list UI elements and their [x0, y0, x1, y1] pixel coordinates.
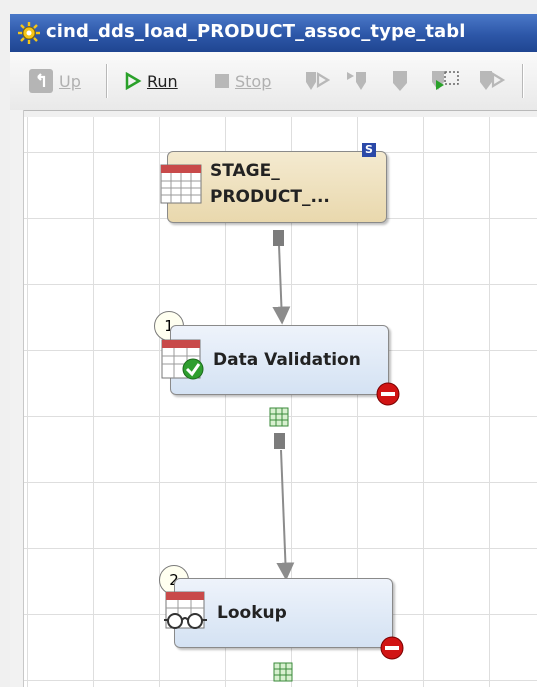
output-port[interactable]	[273, 230, 284, 246]
step-debug-icon	[432, 71, 459, 90]
job-icon	[18, 22, 40, 44]
server-badge-icon: S	[362, 143, 376, 157]
connector-validation-to-lookup	[276, 449, 295, 581]
up-label: Up	[59, 71, 81, 91]
error-status-icon	[376, 382, 400, 406]
data-validation-node[interactable]: Data Validation	[161, 325, 389, 395]
lookup-label: Lookup	[217, 603, 287, 623]
data-validation-icon	[161, 339, 204, 380]
work-table-icon[interactable]	[269, 407, 289, 427]
step-debug-button[interactable]	[430, 67, 460, 95]
left-gutter	[10, 110, 24, 687]
connector-stage-to-validation	[272, 244, 291, 325]
continue-button[interactable]	[478, 67, 506, 95]
run-label: Run	[147, 71, 178, 91]
continue-icon	[480, 71, 506, 90]
run-button[interactable]: Run	[124, 67, 178, 95]
up-button[interactable]: Up	[28, 67, 81, 95]
output-port[interactable]	[274, 433, 285, 449]
step-icon	[393, 71, 407, 91]
stage-node-label-line2: PRODUCT_...	[210, 187, 330, 207]
toolbar: Up Run Stop	[10, 52, 537, 111]
run-from-selected-icon	[306, 72, 330, 90]
table-icon	[160, 164, 202, 204]
run-icon	[125, 72, 142, 90]
lookup-node[interactable]: Lookup	[164, 578, 393, 648]
toolbar-separator	[106, 64, 108, 98]
error-status-icon	[380, 636, 404, 660]
toolbar-separator	[522, 64, 524, 98]
step-button[interactable]	[390, 67, 412, 95]
up-arrow-icon	[29, 69, 53, 93]
run-from-selected-button[interactable]	[304, 67, 330, 95]
window-title: cind_dds_load_PRODUCT_assoc_type_tabl	[46, 21, 466, 42]
diagram-canvas[interactable]: STAGE_ PRODUCT_... S 1 Data Validation L…	[23, 117, 537, 687]
run-selected-button[interactable]	[344, 67, 370, 95]
stop-button[interactable]: Stop	[214, 67, 271, 95]
stop-icon	[215, 74, 229, 88]
data-validation-label: Data Validation	[213, 350, 361, 370]
stage-node-label-line1: STAGE_	[210, 161, 280, 181]
title-bar: cind_dds_load_PRODUCT_assoc_type_tabl	[10, 14, 537, 52]
lookup-icon	[164, 591, 207, 629]
work-table-icon[interactable]	[273, 662, 293, 682]
stop-label: Stop	[235, 71, 272, 91]
run-selected-icon	[347, 72, 366, 90]
job-editor-window: cind_dds_load_PRODUCT_assoc_type_tabl Up…	[0, 0, 537, 687]
stage-product-table-node[interactable]: STAGE_ PRODUCT_... S	[160, 143, 387, 223]
